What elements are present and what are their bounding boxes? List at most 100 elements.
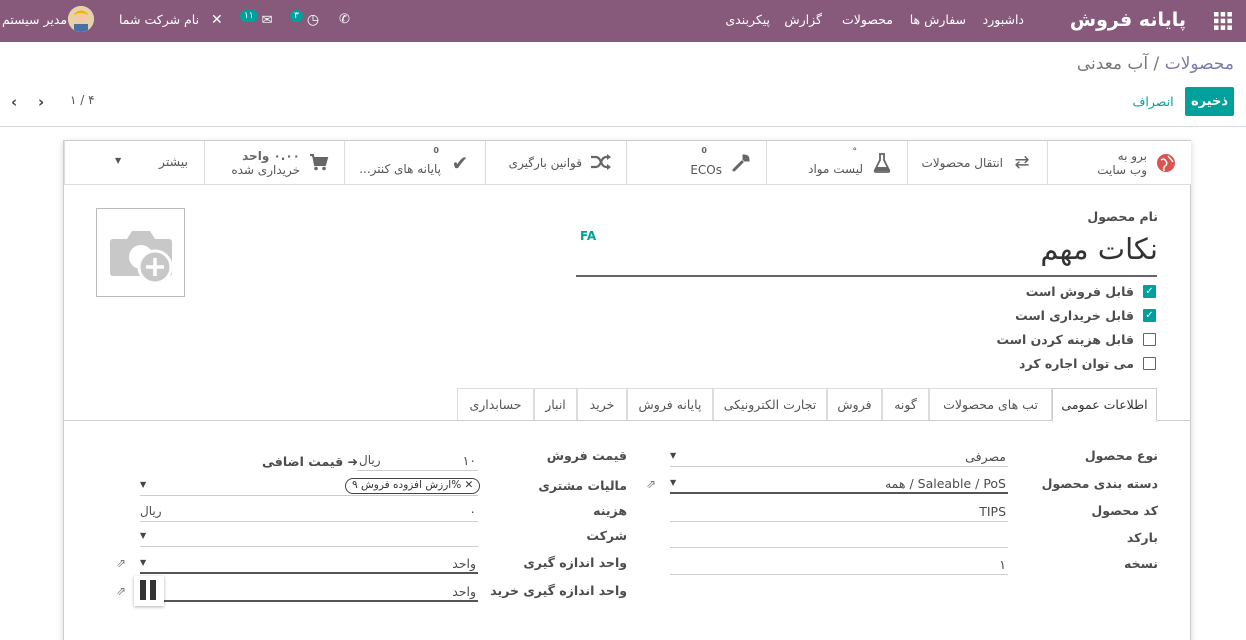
caret-down-icon: ▼	[670, 451, 677, 460]
version-label: نسخه	[1123, 556, 1158, 571]
translate-lang-button[interactable]: FA	[580, 229, 596, 243]
company-switcher[interactable]: نام شرکت شما	[119, 0, 199, 42]
tabs-underline	[63, 420, 1191, 421]
can-be-expensed-checkbox[interactable]	[1143, 333, 1156, 346]
sale-ok-checkbox[interactable]: ✓	[1143, 285, 1156, 298]
discard-button[interactable]: انصراف	[1128, 87, 1178, 116]
pager-value[interactable]: ۱ / ۴	[70, 93, 95, 107]
putaway-label: قوانین بارگیری	[508, 156, 582, 170]
transfers-smart-button[interactable]: ⇄ انتقال محصولات	[907, 141, 1047, 185]
product-type-select[interactable]: مصرفی ▼	[670, 447, 1008, 467]
tab-general-info[interactable]: اطلاعات عمومی	[1052, 388, 1157, 422]
purchase-uom-select[interactable]: واحد	[164, 582, 478, 602]
menu-dashboard[interactable]: داشبورد	[983, 0, 1024, 42]
apps-menu-icon[interactable]	[1214, 0, 1232, 42]
purchase-ok-label: قابل خریداری است	[1015, 308, 1134, 323]
tax-tag[interactable]: ارزش افزوده فروش ۹% ✕	[345, 478, 481, 494]
bom-label: لیست مواد	[808, 162, 863, 176]
activities-menu[interactable]: ۳ ◷	[290, 0, 319, 42]
pos-smart-button[interactable]: ✔ پایانه های کنتر... 0	[344, 141, 485, 185]
product-type-label: نوع محصول	[1084, 448, 1158, 463]
external-link-icon[interactable]: ⇗	[646, 477, 656, 491]
menu-orders[interactable]: سفارش ها	[910, 0, 966, 42]
tab-accounting[interactable]: حسابداری	[457, 388, 534, 421]
sale-ok-checkbox-row[interactable]: ✓ قابل فروش است	[916, 284, 1156, 300]
purchased-value: ۰.۰۰ واحد	[242, 149, 300, 163]
purchased-smart-button[interactable]: ۰.۰۰ واحد خریداری شده	[204, 141, 344, 185]
save-button[interactable]: ذخیره	[1185, 87, 1234, 116]
phone-icon[interactable]: ✆	[339, 0, 350, 42]
tab-sales[interactable]: فروش	[827, 388, 882, 421]
tab-pos[interactable]: پایانه فروش	[627, 388, 713, 421]
pager-prev-icon[interactable]: ‹	[11, 93, 17, 111]
ecos-label: ECOs	[690, 163, 722, 177]
internal-reference-value: TIPS	[979, 504, 1006, 519]
messages-menu[interactable]: ۱۱ ✉	[240, 0, 273, 42]
ecos-smart-button[interactable]: ECOs 0	[626, 141, 766, 185]
cost-label: هزینه	[593, 503, 627, 518]
cost-currency: ریال	[140, 504, 162, 518]
more-label: بیشتر	[158, 154, 188, 169]
wrench-icon	[730, 153, 752, 173]
rent-ok-label: می توان اجاره کرد	[1019, 356, 1134, 371]
tag-remove-icon[interactable]: ✕	[465, 479, 474, 491]
menu-products[interactable]: محصولات	[842, 0, 893, 42]
sale-ok-label: قابل فروش است	[1025, 284, 1134, 299]
transfers-label: انتقال محصولات	[921, 156, 1003, 170]
product-image[interactable]	[96, 208, 185, 297]
breadcrumb-products-link[interactable]: محصولات	[1165, 54, 1234, 74]
tab-product-tabs[interactable]: تب های محصولات	[929, 388, 1052, 421]
user-menu[interactable]: مدیر سیستم	[2, 0, 67, 42]
putaway-button-label: قوانین بارگیری	[509, 141, 582, 185]
shopping-cart-icon	[308, 153, 330, 173]
user-avatar[interactable]	[68, 6, 94, 32]
website-smart-button[interactable]: برو به وب سایت	[1047, 141, 1191, 185]
website-line1: برو به	[1117, 149, 1147, 163]
uom-label: واحد اندازه گیری	[523, 555, 627, 570]
arrow-right-icon: ➜	[347, 454, 358, 469]
company-select[interactable]: ▼	[140, 527, 478, 547]
more-dropdown-button[interactable]: بیشتر ▼	[64, 141, 204, 185]
external-link-icon[interactable]: ⇗	[116, 556, 126, 570]
purchase-ok-checkbox-row[interactable]: ✓ قابل خریداری است	[916, 308, 1156, 324]
product-name-input[interactable]: نکات مهم	[1040, 232, 1158, 266]
barcode-input[interactable]	[670, 528, 1008, 548]
tab-purchase[interactable]: خرید	[577, 388, 627, 421]
can-be-expensed-checkbox-row[interactable]: قابل هزینه کردن است	[916, 332, 1156, 348]
messages-count-badge: ۱۱	[240, 10, 258, 22]
tab-variants[interactable]: گونه	[882, 388, 929, 421]
rent-ok-checkbox[interactable]	[1143, 357, 1156, 370]
activities-count-badge: ۳	[290, 10, 303, 22]
ecos-count: 0	[701, 146, 707, 155]
app-brand-title[interactable]: پایانه فروش	[1070, 0, 1186, 42]
check-icon: ✔	[451, 151, 469, 175]
product-category-select[interactable]: همه / Saleable / PoS ▼	[670, 474, 1008, 494]
pager-next-icon[interactable]: ›	[38, 93, 44, 111]
rent-ok-checkbox-row[interactable]: می توان اجاره کرد	[916, 356, 1156, 372]
debug-tools-icon[interactable]: ✕	[211, 0, 223, 42]
extra-price-button[interactable]: قیمت اضافی ➜	[262, 454, 358, 469]
internal-reference-label: کد محصول	[1091, 503, 1158, 518]
purchased-button-label: ۰.۰۰ واحد خریداری شده	[231, 141, 300, 185]
globe-icon	[1155, 153, 1177, 173]
tab-inventory[interactable]: انبار	[534, 388, 577, 421]
menu-configuration[interactable]: پیکربندی	[725, 0, 770, 42]
tab-ecommerce[interactable]: تجارت الکترونیکی	[713, 388, 827, 421]
product-category-label: دسته بندی محصول	[1041, 476, 1158, 491]
cost-input[interactable]: ۰ ریال	[140, 502, 478, 522]
purchase-uom-label: واحد اندازه گیری خرید	[490, 583, 627, 598]
putaway-smart-button[interactable]: قوانین بارگیری	[485, 141, 626, 185]
flask-icon	[871, 153, 893, 173]
pause-icon[interactable]	[134, 576, 164, 606]
caret-down-icon: ▼	[140, 558, 147, 567]
menu-reporting[interactable]: گزارش	[784, 0, 822, 42]
breadcrumb-current: آب معدنی	[1076, 54, 1149, 74]
bom-smart-button[interactable]: لیست مواد °	[766, 141, 907, 185]
uom-select[interactable]: واحد ▼	[140, 554, 478, 574]
purchase-ok-checkbox[interactable]: ✓	[1143, 309, 1156, 322]
product-name-label: نام محصول	[1087, 209, 1158, 224]
internal-reference-input[interactable]: TIPS	[670, 502, 1008, 522]
version-input[interactable]: ۱	[670, 555, 1008, 575]
external-link-icon[interactable]: ⇗	[116, 584, 126, 598]
sales-price-input[interactable]: ۱۰ ریال	[357, 451, 478, 471]
